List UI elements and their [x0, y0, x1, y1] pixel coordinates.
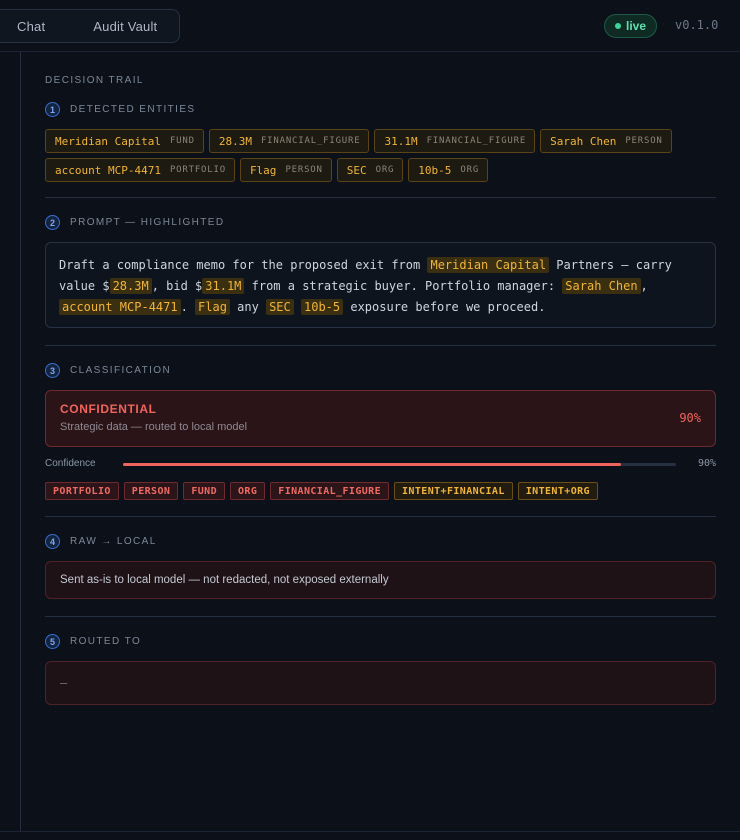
entity-type: PERSON	[625, 136, 663, 146]
section-divider	[45, 345, 716, 346]
entity-type: PORTFOLIO	[169, 165, 226, 175]
entity-chip: account MCP-4471 PORTFOLIO	[45, 158, 235, 182]
live-status-label: live	[625, 19, 646, 33]
entity-chip-list: Meridian Capital FUND 28.3M FINANCIAL_FIGUR…	[45, 129, 716, 182]
prompt-text: .	[180, 300, 196, 314]
entity-chip: Sarah Chen PERSON	[540, 129, 672, 153]
entity-type: PERSON	[285, 165, 323, 175]
highlighted-entity: Meridian Capital	[427, 257, 550, 273]
section-divider	[45, 197, 716, 198]
classification-tag-list: PORTFOLIO PERSON FUND ORG FINANCIAL_FIGURE IN…	[45, 482, 598, 500]
highlighted-entity: Flag	[195, 299, 230, 315]
entity-type: FINANCIAL_FIGURE	[426, 136, 527, 146]
entity-type: ORG	[375, 165, 395, 175]
status-dot-icon	[614, 23, 621, 29]
entity-value: 10b-5	[418, 163, 452, 177]
entity-value: Meridian Capital	[55, 134, 161, 148]
raw-local-message: Sent as-is to local model — not redacted…	[60, 574, 389, 586]
section-classification: 3 CLASSIFICATION	[45, 363, 171, 378]
confidence-value: 90%	[697, 458, 716, 469]
section-label: PROMPT — HIGHLIGHTED	[70, 217, 225, 228]
entity-type: FINANCIAL_FIGURE	[260, 136, 361, 146]
classification-tag: FINANCIAL_FIGURE	[270, 482, 390, 500]
section-raw-local: 4 RAW → LOCAL	[45, 534, 157, 549]
entity-value: Flag	[249, 163, 277, 177]
tab-chat[interactable]: Chat	[17, 19, 45, 34]
prompt-text	[294, 300, 301, 314]
step-number-2: 2	[45, 215, 60, 230]
highlighted-entity: Sarah Chen	[562, 278, 641, 294]
confidence-bar	[123, 463, 676, 466]
section-detected-entities: 1 DETECTED ENTITIES	[45, 102, 195, 117]
highlighted-entity: 28.3M	[109, 278, 152, 294]
entity-chip: 28.3M FINANCIAL_FIGURE	[208, 129, 370, 153]
section-label: RAW → LOCAL	[70, 536, 157, 547]
classification-tag: ORG	[230, 482, 266, 500]
section-divider	[45, 516, 716, 517]
prompt-text: from a strategic buyer. Portfolio manage…	[244, 279, 563, 293]
entity-value: SEC	[346, 163, 367, 177]
classification-score: 90%	[679, 411, 701, 425]
entity-type: ORG	[460, 165, 480, 175]
version-label: v0.1.0	[675, 18, 719, 32]
entity-value: 28.3M	[218, 134, 252, 148]
section-label: CLASSIFICATION	[70, 365, 172, 376]
prompt-text: , bid $	[151, 279, 203, 293]
section-divider	[45, 616, 716, 617]
step-number-4: 4	[45, 534, 60, 549]
entity-value: 31.1M	[384, 134, 418, 148]
step-number-5: 5	[45, 634, 60, 649]
classification-tag: PORTFOLIO	[45, 482, 119, 500]
raw-local-notice: Sent as-is to local model — not redacted…	[45, 561, 716, 599]
decision-trail-title: DECISION TRAIL	[45, 75, 144, 86]
entity-chip: Flag PERSON	[239, 158, 332, 182]
confidence-label: Confidence	[45, 458, 96, 469]
entity-chip: 10b-5 ORG	[408, 158, 489, 182]
prompt-text: any	[229, 300, 267, 314]
routed-to-value: —	[60, 676, 68, 690]
tab-audit-vault[interactable]: Audit Vault	[93, 19, 157, 34]
routed-to-box: —	[45, 661, 716, 705]
prompt-text: Draft a compliance memo for the proposed…	[59, 258, 428, 272]
left-rail	[20, 52, 21, 832]
bottom-divider	[0, 831, 740, 832]
classification-description: Strategic data — routed to local model	[60, 421, 248, 433]
classification-tag: PERSON	[123, 482, 179, 500]
highlighted-entity: 31.1M	[202, 278, 245, 294]
highlighted-prompt: Draft a compliance memo for the proposed…	[45, 242, 716, 328]
step-number-3: 3	[45, 363, 60, 378]
top-bar: Chat Audit Vault live v0.1.0	[0, 0, 740, 52]
classification-level: CONFIDENTIAL	[60, 402, 157, 416]
live-status-badge: live	[604, 14, 657, 38]
section-label: ROUTED TO	[70, 636, 142, 647]
classification-tag: INTENT+ORG	[517, 482, 598, 500]
classification-card: CONFIDENTIAL Strategic data — routed to …	[45, 390, 716, 447]
entity-chip: Meridian Capital FUND	[45, 129, 204, 153]
prompt-text: ,	[640, 279, 648, 293]
entity-chip: 31.1M FINANCIAL_FIGURE	[374, 129, 536, 153]
step-number-1: 1	[45, 102, 60, 117]
entity-value: account MCP-4471	[55, 163, 161, 177]
confidence-bar-fill	[123, 463, 621, 466]
entity-chip: SEC ORG	[336, 158, 404, 182]
prompt-text: exposure before we proceed.	[343, 300, 546, 314]
highlighted-entity: 10b-5	[301, 299, 344, 315]
entity-type: FUND	[169, 136, 195, 146]
section-label: DETECTED ENTITIES	[70, 104, 196, 115]
classification-tag: FUND	[183, 482, 226, 500]
entity-value: Sarah Chen	[550, 134, 617, 148]
highlighted-entity: SEC	[266, 299, 294, 315]
tab-bar: Chat Audit Vault	[0, 9, 181, 43]
section-routed-to: 5 ROUTED TO	[45, 634, 141, 649]
classification-tag: INTENT+FINANCIAL	[394, 482, 513, 500]
section-prompt-highlighted: 2 PROMPT — HIGHLIGHTED	[45, 215, 225, 230]
highlighted-entity: account MCP-4471	[59, 299, 181, 315]
